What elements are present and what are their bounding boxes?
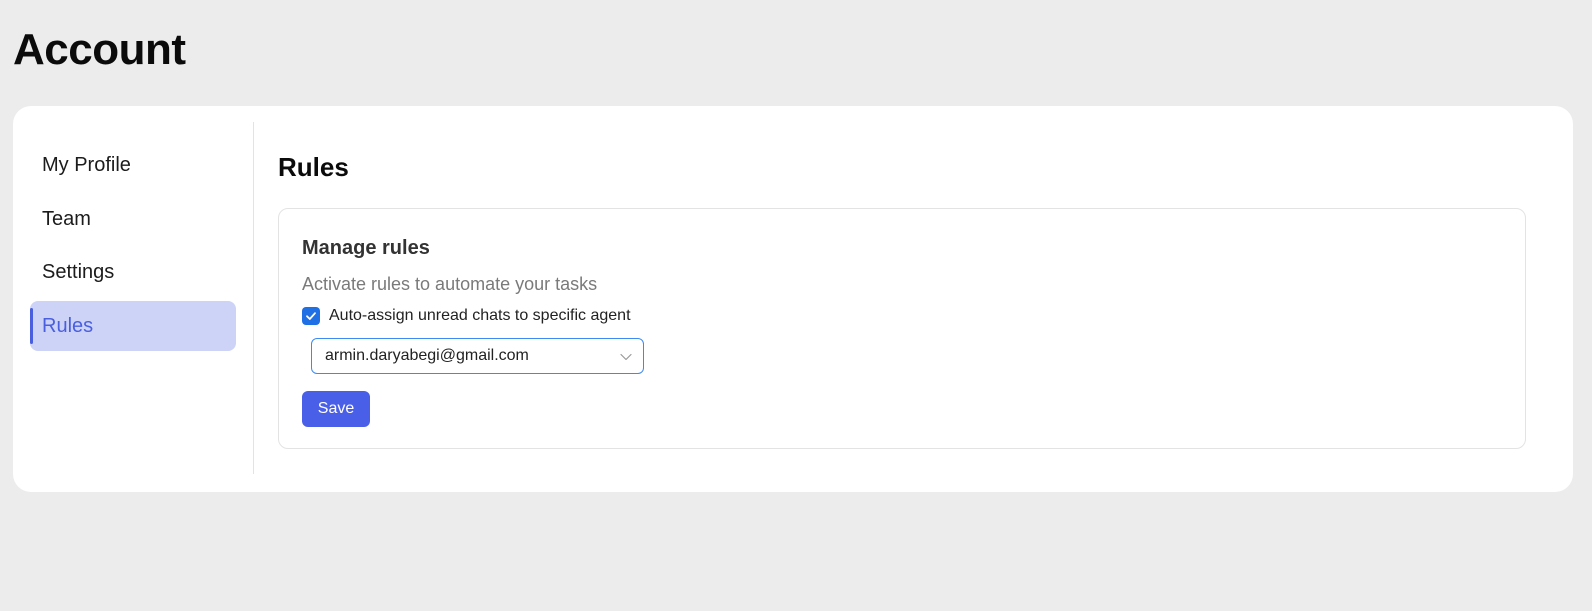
auto-assign-checkbox[interactable]: [302, 307, 320, 325]
auto-assign-label[interactable]: Auto-assign unread chats to specific age…: [329, 307, 631, 325]
sidebar-item-my-profile[interactable]: My Profile: [30, 140, 236, 190]
account-card: My Profile Team Settings Rules Rules Man…: [13, 106, 1573, 492]
rules-panel: Manage rules Activate rules to automate …: [278, 208, 1526, 449]
sidebar: My Profile Team Settings Rules: [30, 124, 250, 474]
save-button[interactable]: Save: [302, 391, 370, 427]
sidebar-item-team[interactable]: Team: [30, 194, 236, 244]
sidebar-item-settings[interactable]: Settings: [30, 247, 236, 297]
agent-select-value: armin.daryabegi@gmail.com: [325, 347, 529, 364]
checkmark-icon: [306, 312, 316, 320]
rule-row: Auto-assign unread chats to specific age…: [302, 307, 631, 325]
agent-select[interactable]: armin.daryabegi@gmail.com: [311, 338, 644, 374]
page-title: Account: [13, 25, 186, 74]
section-title: Rules: [278, 152, 349, 182]
panel-heading: Manage rules: [302, 237, 430, 259]
sidebar-divider: [253, 122, 254, 474]
chevron-down-icon: [620, 353, 632, 361]
sidebar-item-rules[interactable]: Rules: [30, 301, 236, 351]
panel-subtitle: Activate rules to automate your tasks: [302, 274, 598, 294]
